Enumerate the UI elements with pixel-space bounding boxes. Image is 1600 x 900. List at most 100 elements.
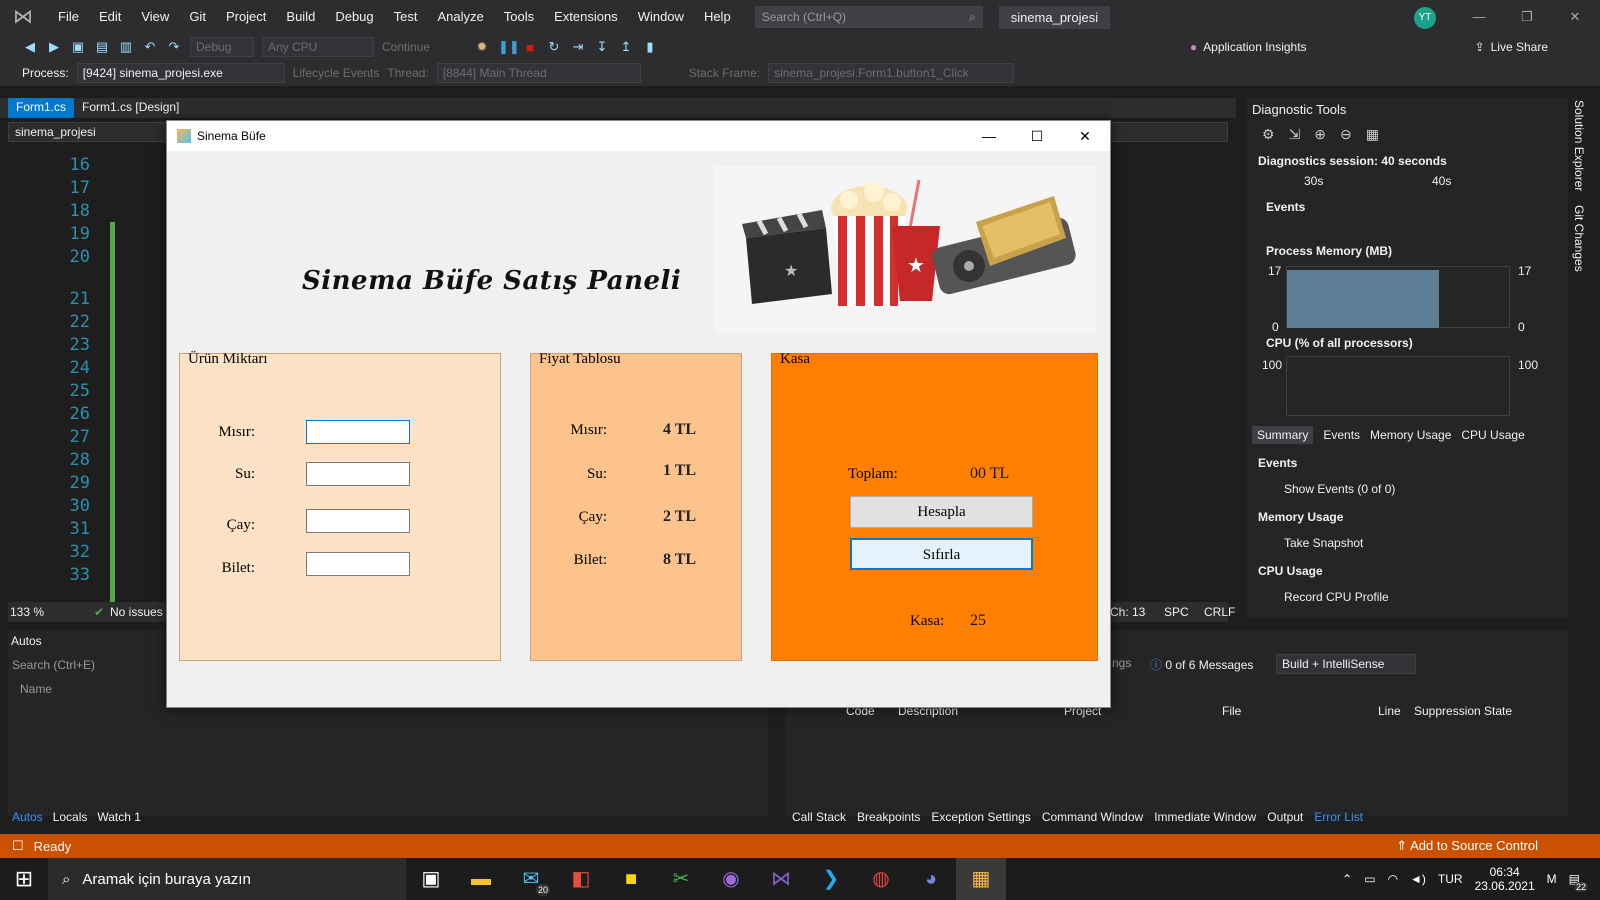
solution-explorer-tab[interactable]: Solution Explorer <box>1572 100 1586 191</box>
issues-indicator[interactable]: No issues f <box>110 605 169 619</box>
office-icon[interactable]: ◧ <box>556 858 606 900</box>
bookmark-icon[interactable]: ▮ <box>642 39 658 55</box>
process-dropdown[interactable]: [9424] sinema_projesi.exe <box>76 63 285 83</box>
zoom-in-icon[interactable]: ⊕ <box>1314 126 1326 143</box>
events-header[interactable]: Events <box>1266 200 1305 214</box>
step-over-icon[interactable]: ⇥ <box>570 39 586 55</box>
export-icon[interactable]: ⇲ <box>1289 126 1301 143</box>
cay-quantity-input[interactable] <box>306 509 410 533</box>
close-icon[interactable]: ✕ <box>1552 0 1598 34</box>
clock[interactable]: 06:34 23.06.2021 <box>1475 865 1535 893</box>
tab-breakpoints[interactable]: Breakpoints <box>857 810 920 824</box>
memory-header[interactable]: Process Memory (MB) <box>1266 244 1392 258</box>
column-file[interactable]: File <box>1222 704 1241 718</box>
wifi-icon[interactable]: ◠ <box>1388 872 1398 886</box>
menu-git[interactable]: Git <box>179 0 216 34</box>
github-desktop-icon[interactable]: ◉ <box>706 858 756 900</box>
sifirla-button[interactable]: Sıfırla <box>850 538 1033 570</box>
source-control-button[interactable]: ⇑ Add to Source Control <box>1396 838 1538 854</box>
settings-gear-icon[interactable]: ⚙ <box>1262 126 1275 143</box>
save-all-icon[interactable]: ▥ <box>118 39 134 55</box>
menu-build[interactable]: Build <box>276 0 325 34</box>
spacing-indicator[interactable]: SPC <box>1164 605 1189 619</box>
snipping-tool-icon[interactable]: ✂ <box>656 858 706 900</box>
restart-icon[interactable]: ↻ <box>546 39 562 55</box>
tab-form1-cs[interactable]: Form1.cs <box>8 98 75 118</box>
menu-debug[interactable]: Debug <box>325 0 383 34</box>
autos-search-input[interactable]: Search (Ctrl+E) <box>12 658 95 672</box>
su-quantity-input[interactable] <box>306 462 410 486</box>
misir-quantity-input[interactable] <box>306 420 410 444</box>
eol-indicator[interactable]: CRLF <box>1204 605 1235 619</box>
menu-file[interactable]: File <box>48 0 89 34</box>
form-close-icon[interactable]: ✕ <box>1062 121 1108 151</box>
tab-exception-settings[interactable]: Exception Settings <box>931 810 1030 824</box>
step-into-icon[interactable]: ↧ <box>594 39 610 55</box>
tab-call-stack[interactable]: Call Stack <box>792 810 846 824</box>
back-icon[interactable]: ◀ <box>22 39 38 55</box>
menu-analyze[interactable]: Analyze <box>427 0 493 34</box>
restore-icon[interactable]: ❐ <box>1504 0 1550 34</box>
hesapla-button[interactable]: Hesapla <box>850 496 1033 528</box>
tab-memory-usage[interactable]: Memory Usage <box>1370 426 1451 444</box>
chrome-icon[interactable]: ◍ <box>856 858 906 900</box>
sinema-app-icon[interactable]: ▦ <box>956 858 1006 900</box>
taskbar-search[interactable]: ⌕ Aramak için buraya yazın <box>48 858 406 900</box>
zoom-dropdown[interactable]: 133 % <box>10 605 44 619</box>
tab-error-list[interactable]: Error List <box>1314 810 1363 824</box>
minimize-icon[interactable]: — <box>1456 0 1502 34</box>
form-maximize-icon[interactable]: ☐ <box>1014 121 1060 151</box>
build-filter-dropdown[interactable]: Build + IntelliSense <box>1276 654 1416 674</box>
lifecycle-events-dropdown[interactable]: Lifecycle Events <box>293 66 380 80</box>
menu-view[interactable]: View <box>131 0 179 34</box>
undo-icon[interactable]: ↶ <box>142 39 158 55</box>
mail-icon[interactable]: ✉ 20 <box>506 858 556 900</box>
messages-filter[interactable]: ⓘ 0 of 6 Messages <box>1150 656 1253 673</box>
forward-icon[interactable]: ▶ <box>46 39 62 55</box>
menu-tools[interactable]: Tools <box>494 0 544 34</box>
menu-extensions[interactable]: Extensions <box>544 0 628 34</box>
stack-frame-dropdown[interactable]: sinema_projesi.Form1.button1_Click <box>768 63 1015 83</box>
tab-locals[interactable]: Locals <box>53 810 88 824</box>
pause-icon[interactable]: ❚❚ <box>498 39 520 55</box>
redo-icon[interactable]: ↷ <box>166 39 182 55</box>
hot-reload-icon[interactable]: ✹ <box>474 39 490 55</box>
menu-help[interactable]: Help <box>694 0 741 34</box>
battery-icon[interactable]: ▭ <box>1364 872 1375 886</box>
config-dropdown[interactable]: Debug <box>190 37 254 57</box>
zoom-out-icon[interactable]: ⊖ <box>1340 126 1352 143</box>
menu-test[interactable]: Test <box>384 0 428 34</box>
open-folder-icon[interactable]: ▣ <box>70 39 86 55</box>
bilet-quantity-input[interactable] <box>306 552 410 576</box>
avatar[interactable]: YT <box>1414 7 1436 29</box>
tab-events[interactable]: Events <box>1323 426 1360 444</box>
sticky-notes-icon[interactable]: ■ <box>606 858 656 900</box>
continue-button[interactable]: Continue <box>382 40 466 54</box>
live-share-button[interactable]: ⇪ Live Share <box>1475 40 1548 54</box>
chevron-up-icon[interactable]: ⌃ <box>1342 872 1352 886</box>
column-suppression-state[interactable]: Suppression State <box>1414 704 1512 718</box>
tab-form1-design[interactable]: Form1.cs [Design] <box>74 98 187 118</box>
meet-now-icon[interactable]: M <box>1547 872 1557 886</box>
volume-icon[interactable]: ◄) <box>1410 872 1426 886</box>
platform-dropdown[interactable]: Any CPU <box>262 37 374 57</box>
app-insights-button[interactable]: ● Application Insights <box>1190 40 1307 54</box>
stop-icon[interactable]: ■ <box>522 40 538 55</box>
tab-immediate-window[interactable]: Immediate Window <box>1154 810 1256 824</box>
column-line[interactable]: Line <box>1378 704 1401 718</box>
menu-project[interactable]: Project <box>216 0 276 34</box>
tab-output[interactable]: Output <box>1267 810 1303 824</box>
search-input[interactable]: Search (Ctrl+Q) ⌕ <box>754 6 983 28</box>
language-indicator[interactable]: TUR <box>1438 872 1463 886</box>
tab-watch1[interactable]: Watch 1 <box>97 810 141 824</box>
menu-window[interactable]: Window <box>628 0 694 34</box>
notification-icon[interactable]: ▤ 22 <box>1569 872 1588 892</box>
visual-studio-icon[interactable]: ⋈ <box>756 858 806 900</box>
thread-dropdown[interactable]: [8844] Main Thread <box>436 63 641 83</box>
step-out-icon[interactable]: ↥ <box>618 39 634 55</box>
vscode-icon[interactable]: ❯ <box>806 858 856 900</box>
show-events-link[interactable]: Show Events (0 of 0) <box>1284 482 1395 496</box>
tab-cpu-usage[interactable]: CPU Usage <box>1461 426 1524 444</box>
discord-icon[interactable]: ◕ <box>906 858 956 900</box>
tab-summary[interactable]: Summary <box>1252 426 1314 444</box>
